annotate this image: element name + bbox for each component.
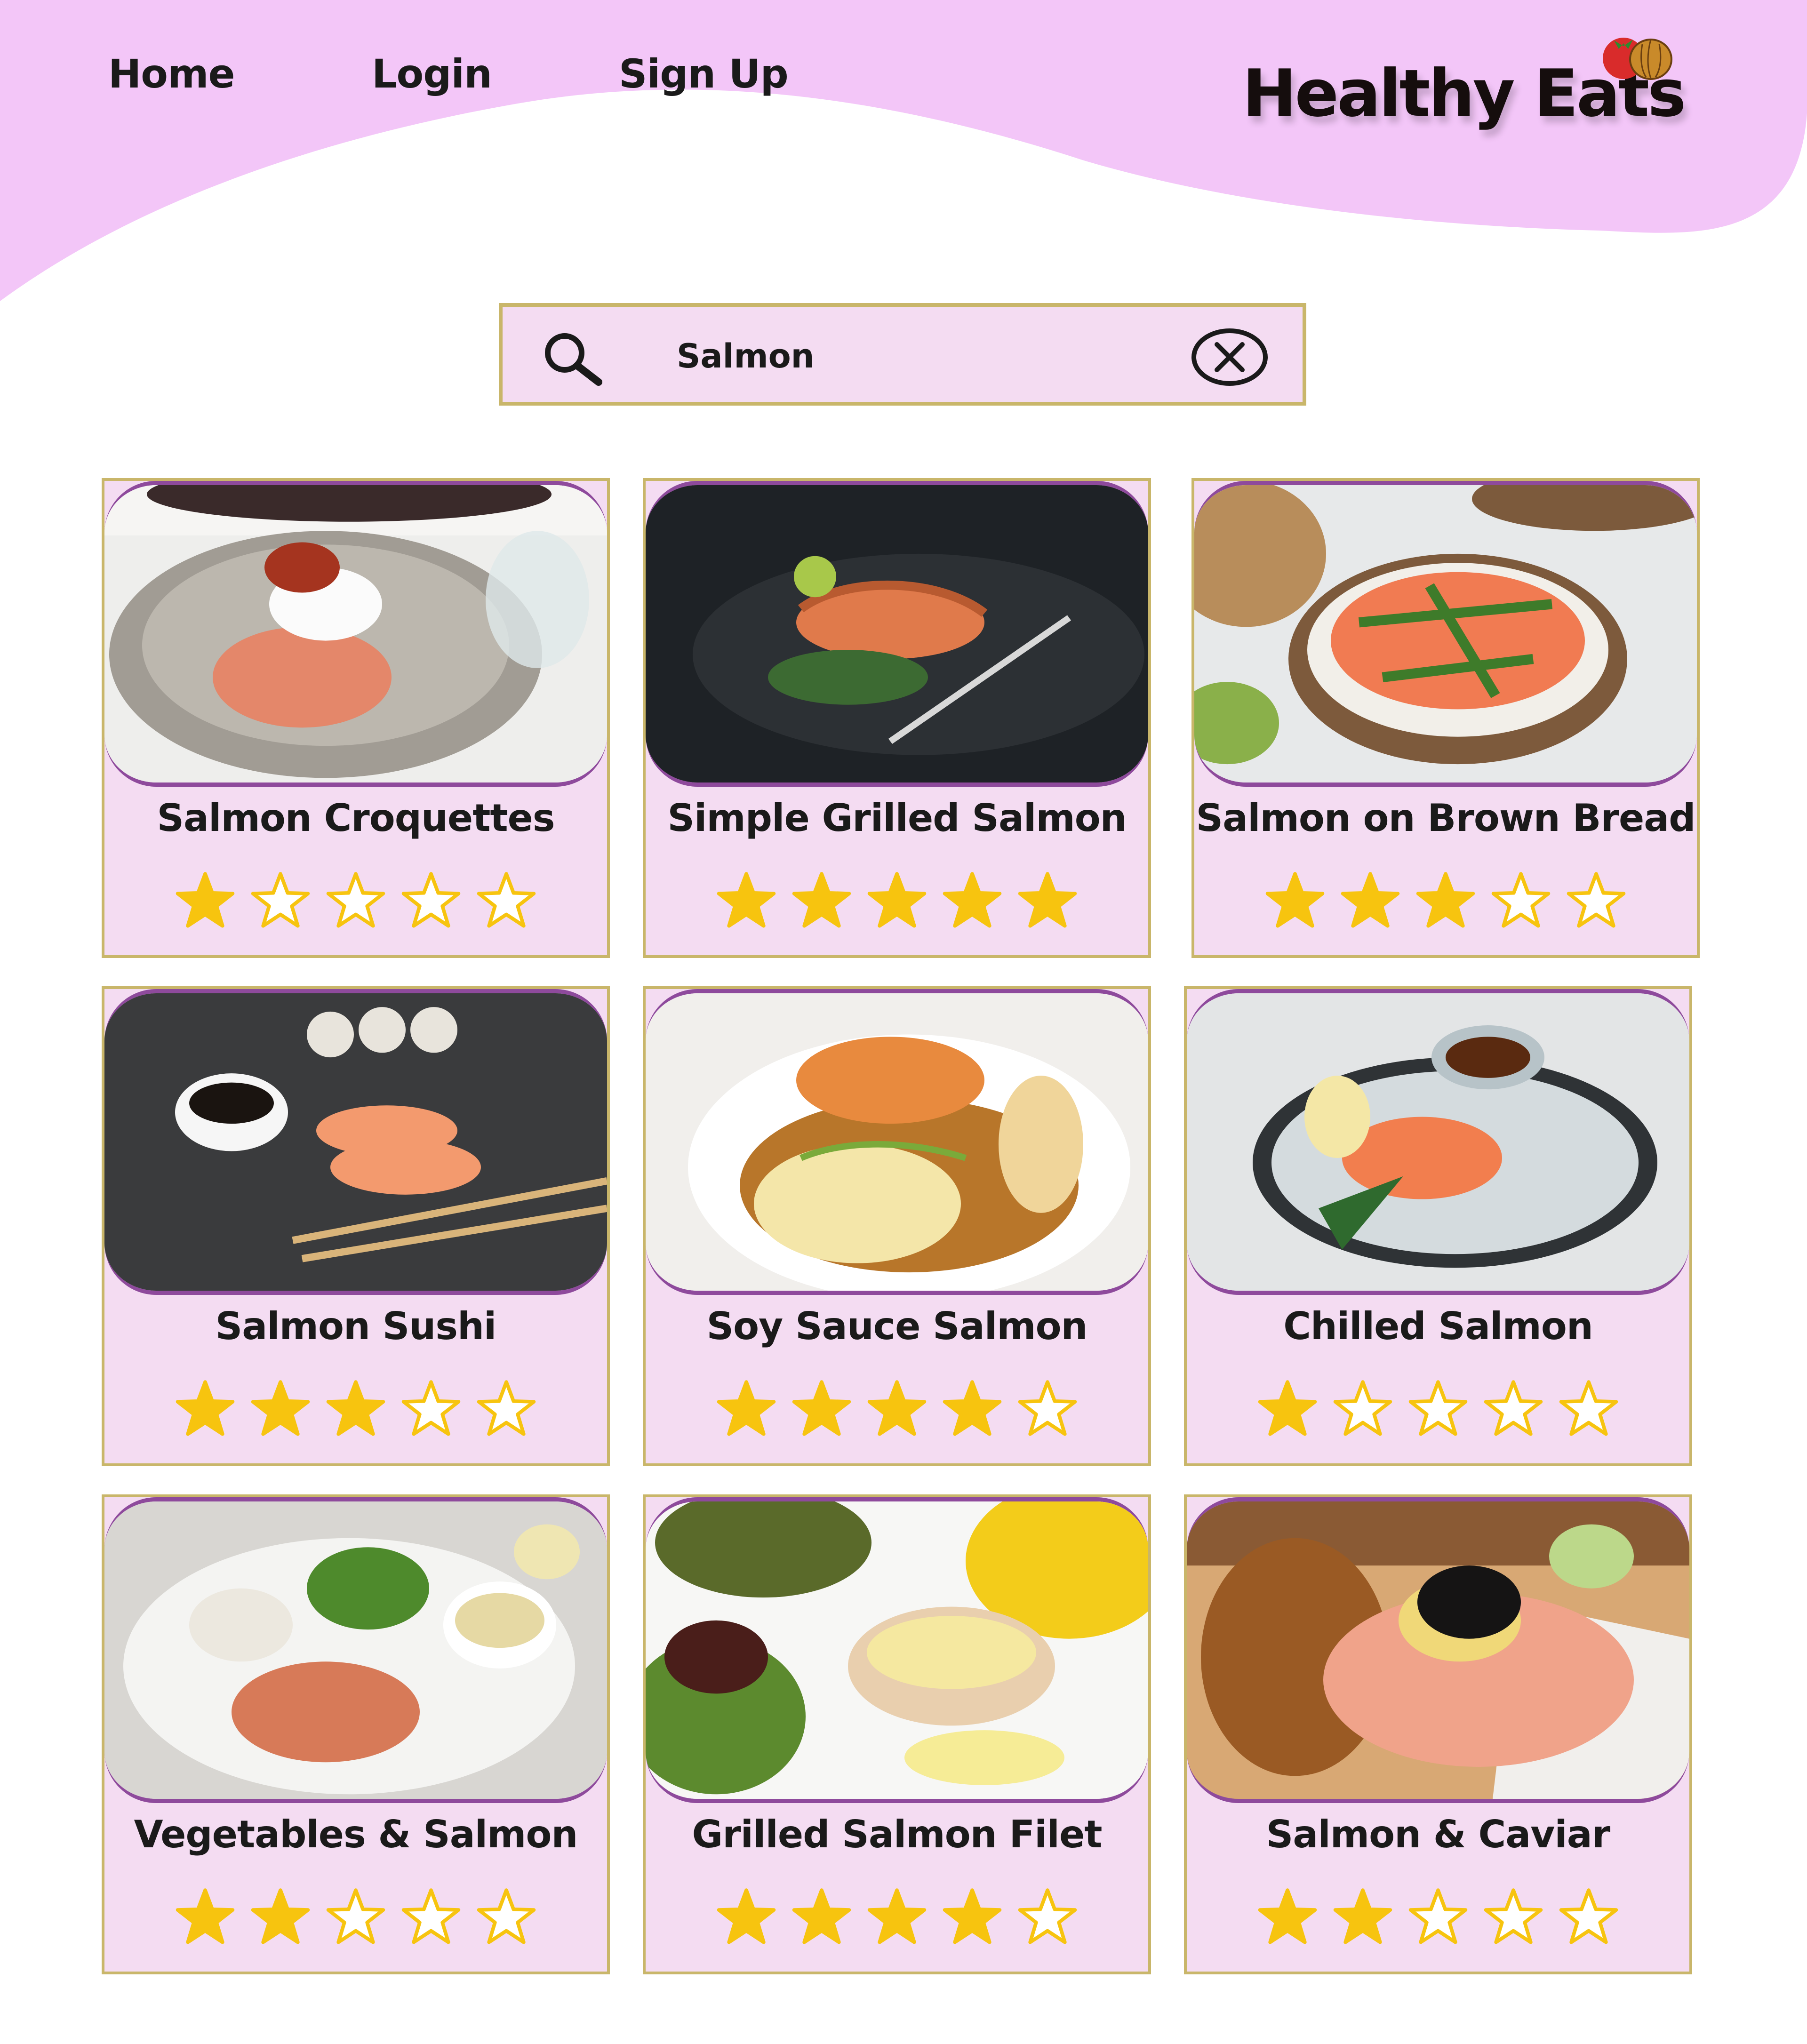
- star-filled-icon: [1258, 1380, 1317, 1436]
- star-empty-icon: [1559, 1380, 1618, 1436]
- recipe-card[interactable]: Chilled Salmon: [1184, 986, 1692, 1466]
- recipe-title: Vegetables & Salmon: [134, 1812, 578, 1856]
- recipe-title: Salmon Croquettes: [157, 796, 555, 840]
- star-empty-icon: [1018, 1380, 1077, 1436]
- salmon-sushi-photo: [104, 989, 607, 1295]
- recipe-title: Soy Sauce Salmon: [706, 1304, 1088, 1348]
- simple-grilled-salmon-photo: [646, 481, 1148, 787]
- star-rating: [1194, 871, 1697, 929]
- star-filled-icon: [1341, 872, 1400, 928]
- star-empty-icon: [326, 872, 385, 928]
- nav-login-link[interactable]: Login: [372, 51, 492, 97]
- star-filled-icon: [1265, 872, 1325, 928]
- recipe-title: Salmon & Caviar: [1266, 1812, 1610, 1856]
- star-filled-icon: [943, 1888, 1002, 1944]
- star-empty-icon: [1408, 1888, 1468, 1944]
- star-empty-icon: [1491, 872, 1551, 928]
- recipe-card[interactable]: Vegetables & Salmon: [102, 1494, 610, 1974]
- star-filled-icon: [1333, 1888, 1392, 1944]
- star-empty-icon: [477, 872, 536, 928]
- recipe-card[interactable]: Salmon Sushi: [102, 986, 610, 1466]
- salmon-caviar-photo: [1187, 1497, 1689, 1803]
- recipe-card[interactable]: Salmon Croquettes: [102, 478, 610, 958]
- star-filled-icon: [176, 1380, 235, 1436]
- recipe-card[interactable]: Salmon & Caviar: [1184, 1494, 1692, 1974]
- star-filled-icon: [717, 872, 776, 928]
- soy-sauce-salmon-photo: [646, 989, 1148, 1295]
- salmon-croquettes-photo: [104, 481, 607, 787]
- star-rating: [1187, 1888, 1689, 1945]
- star-filled-icon: [176, 872, 235, 928]
- star-empty-icon: [326, 1888, 385, 1944]
- star-filled-icon: [251, 1380, 310, 1436]
- recipe-card[interactable]: Simple Grilled Salmon: [643, 478, 1151, 958]
- star-filled-icon: [867, 1888, 927, 1944]
- recipe-title: Salmon Sushi: [215, 1304, 497, 1348]
- star-rating: [646, 1380, 1148, 1437]
- star-empty-icon: [1408, 1380, 1468, 1436]
- recipe-card[interactable]: Salmon on Brown Bread: [1191, 478, 1700, 958]
- search-icon[interactable]: [540, 329, 606, 386]
- nav-home-link[interactable]: Home: [108, 51, 235, 97]
- star-filled-icon: [792, 872, 851, 928]
- nav-signup-link[interactable]: Sign Up: [619, 51, 789, 97]
- star-filled-icon: [1416, 872, 1475, 928]
- vegetables-salmon-photo: [104, 1497, 607, 1803]
- star-rating: [1187, 1380, 1689, 1437]
- star-empty-icon: [1018, 1888, 1077, 1944]
- recipe-title: Chilled Salmon: [1283, 1304, 1593, 1348]
- star-empty-icon: [477, 1380, 536, 1436]
- recipe-title: Simple Grilled Salmon: [667, 796, 1127, 840]
- star-rating: [104, 871, 607, 929]
- star-empty-icon: [1484, 1888, 1543, 1944]
- star-empty-icon: [401, 1888, 461, 1944]
- star-filled-icon: [1018, 872, 1077, 928]
- brand-logo[interactable]: Healthy Eats: [1242, 38, 1686, 141]
- star-filled-icon: [251, 1888, 310, 1944]
- star-rating: [104, 1380, 607, 1437]
- star-empty-icon: [1559, 1888, 1618, 1944]
- star-filled-icon: [792, 1888, 851, 1944]
- grilled-salmon-filet-photo: [646, 1497, 1148, 1803]
- recipe-card[interactable]: Grilled Salmon Filet: [643, 1494, 1151, 1974]
- star-filled-icon: [943, 1380, 1002, 1436]
- star-filled-icon: [326, 1380, 385, 1436]
- search-input[interactable]: [677, 330, 1147, 382]
- header-wave-background: [0, 0, 1807, 301]
- star-rating: [104, 1888, 607, 1945]
- star-empty-icon: [401, 1380, 461, 1436]
- star-filled-icon: [176, 1888, 235, 1944]
- star-rating: [646, 1888, 1148, 1945]
- star-filled-icon: [717, 1888, 776, 1944]
- star-empty-icon: [1333, 1380, 1392, 1436]
- star-filled-icon: [1258, 1888, 1317, 1944]
- recipe-title: Salmon on Brown Bread: [1196, 796, 1696, 840]
- star-empty-icon: [477, 1888, 536, 1944]
- recipe-card[interactable]: Soy Sauce Salmon: [643, 986, 1151, 1466]
- star-empty-icon: [251, 872, 310, 928]
- star-filled-icon: [717, 1380, 776, 1436]
- star-filled-icon: [943, 872, 1002, 928]
- star-filled-icon: [867, 1380, 927, 1436]
- search-bar: [499, 303, 1306, 406]
- star-empty-icon: [1484, 1380, 1543, 1436]
- star-empty-icon: [1567, 872, 1626, 928]
- star-filled-icon: [867, 872, 927, 928]
- star-rating: [646, 871, 1148, 929]
- star-empty-icon: [401, 872, 461, 928]
- salmon-brown-bread-photo: [1194, 481, 1697, 787]
- recipe-title: Grilled Salmon Filet: [692, 1812, 1103, 1856]
- clear-search-icon[interactable]: [1190, 327, 1270, 388]
- tomato-garlic-icon: [1603, 38, 1672, 80]
- star-filled-icon: [792, 1380, 851, 1436]
- chilled-salmon-photo: [1187, 989, 1689, 1295]
